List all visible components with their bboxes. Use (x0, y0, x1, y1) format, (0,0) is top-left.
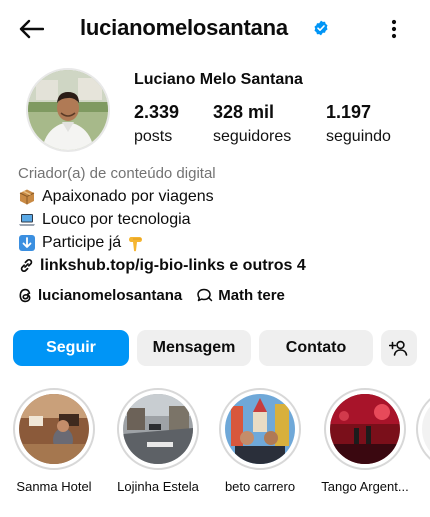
contact-button[interactable]: Contato (259, 330, 373, 366)
laptop-emoji (19, 213, 35, 226)
profile-username: lucianomelosantana (80, 15, 288, 40)
profile-avatar[interactable] (26, 68, 110, 152)
highlight-ring[interactable] (416, 388, 430, 470)
story-highlight-partial[interactable] (416, 388, 430, 470)
stat-following[interactable]: 1.197 seguindo (326, 102, 391, 146)
more-options-button[interactable] (382, 14, 406, 44)
highlight-cover (225, 394, 295, 464)
bio-line: Louco por tecnologia (18, 208, 418, 231)
verified-badge-icon (314, 20, 328, 36)
highlight-label: Sanma Hotel (16, 479, 92, 494)
top-bar: lucianomelosantana (0, 0, 430, 58)
highlight-ring[interactable] (13, 388, 95, 470)
stat-followers[interactable]: 328 mil seguidores (213, 102, 291, 146)
stat-followers-label: seguidores (213, 128, 292, 145)
stat-following-value: 1.197 (326, 102, 372, 122)
bio-line: Apaixonado por viagens (18, 185, 418, 208)
threads-profile-link[interactable]: lucianomelosantana (18, 287, 182, 304)
bio-category: Criador(a) de conteúdo digital (18, 165, 216, 182)
down-arrow-emoji (19, 234, 35, 251)
profile-full-name: Luciano Melo Santana (134, 71, 303, 88)
suggested-people-button[interactable] (381, 330, 417, 366)
back-button[interactable] (14, 14, 48, 44)
stat-posts-value: 2.339 (134, 102, 180, 122)
threads-channel: Math tere (218, 287, 285, 304)
bio-line-text: Louco por tecnologia (42, 211, 191, 228)
story-highlight[interactable]: Lojinha Estela (108, 388, 208, 494)
chat-bubble-icon (197, 288, 213, 302)
avatar-photo (28, 70, 108, 150)
threads-channel-link[interactable]: Math tere (196, 287, 285, 304)
highlight-ring[interactable] (324, 388, 406, 470)
follow-button[interactable]: Seguir (13, 330, 129, 366)
highlight-label: Tango Argent... (321, 479, 409, 494)
profile-bio: Criador(a) de conteúdo digital Apaixonad… (18, 162, 418, 277)
add-person-icon (389, 340, 408, 356)
stat-followers-value: 328 mil (213, 102, 275, 122)
bio-line-text: Apaixonado por viagens (42, 188, 214, 205)
stat-posts-label: posts (134, 128, 173, 145)
link-icon (20, 259, 33, 272)
threads-handle: lucianomelosantana (38, 287, 183, 304)
bio-link[interactable]: linkshub.top/ig-bio-links e outros 4 (18, 254, 418, 277)
story-highlight[interactable]: beto carrero (210, 388, 310, 494)
highlight-label: beto carrero (224, 479, 296, 494)
bio-link-text: linkshub.top/ig-bio-links e outros 4 (40, 257, 306, 274)
vertical-dots-icon (391, 19, 397, 39)
highlight-cover (422, 394, 430, 464)
bio-line: Participe já (18, 231, 418, 254)
stat-posts[interactable]: 2.339 posts (134, 102, 179, 146)
stat-following-label: seguindo (326, 128, 391, 145)
threads-icon (19, 288, 31, 303)
highlight-label: Lojinha Estela (117, 479, 199, 494)
arrow-left-icon (19, 19, 44, 39)
highlight-ring[interactable] (117, 388, 199, 470)
pointing-down-emoji (129, 236, 143, 251)
highlight-cover (19, 394, 89, 464)
threads-row: lucianomelosantana Math tere (18, 287, 285, 304)
story-highlight[interactable]: Tango Argent... (315, 388, 415, 494)
highlight-cover (330, 394, 400, 464)
bio-line-text: Participe já (42, 234, 122, 251)
highlight-ring[interactable] (219, 388, 301, 470)
package-emoji (19, 189, 35, 204)
highlight-cover (123, 394, 193, 464)
story-highlight[interactable]: Sanma Hotel (4, 388, 104, 494)
message-button[interactable]: Mensagem (137, 330, 251, 366)
